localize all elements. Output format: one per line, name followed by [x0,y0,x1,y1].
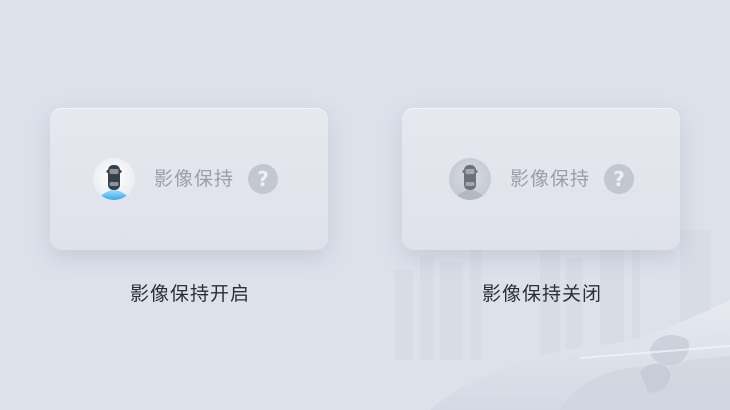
image-hold-off-card[interactable]: 影像保持 ? [402,108,680,250]
help-icon[interactable]: ? [248,164,278,194]
card-label: 影像保持 [154,168,235,190]
image-hold-on-caption: 影像保持开启 [130,283,251,305]
card-label: 影像保持 [510,168,591,190]
car-top-view-camera-off-icon [449,158,491,200]
car-top-view-camera-on-icon [93,158,135,200]
image-hold-on-card[interactable]: 影像保持 ? [50,108,328,250]
help-icon[interactable]: ? [604,164,634,194]
image-hold-off-caption: 影像保持关闭 [482,283,603,305]
